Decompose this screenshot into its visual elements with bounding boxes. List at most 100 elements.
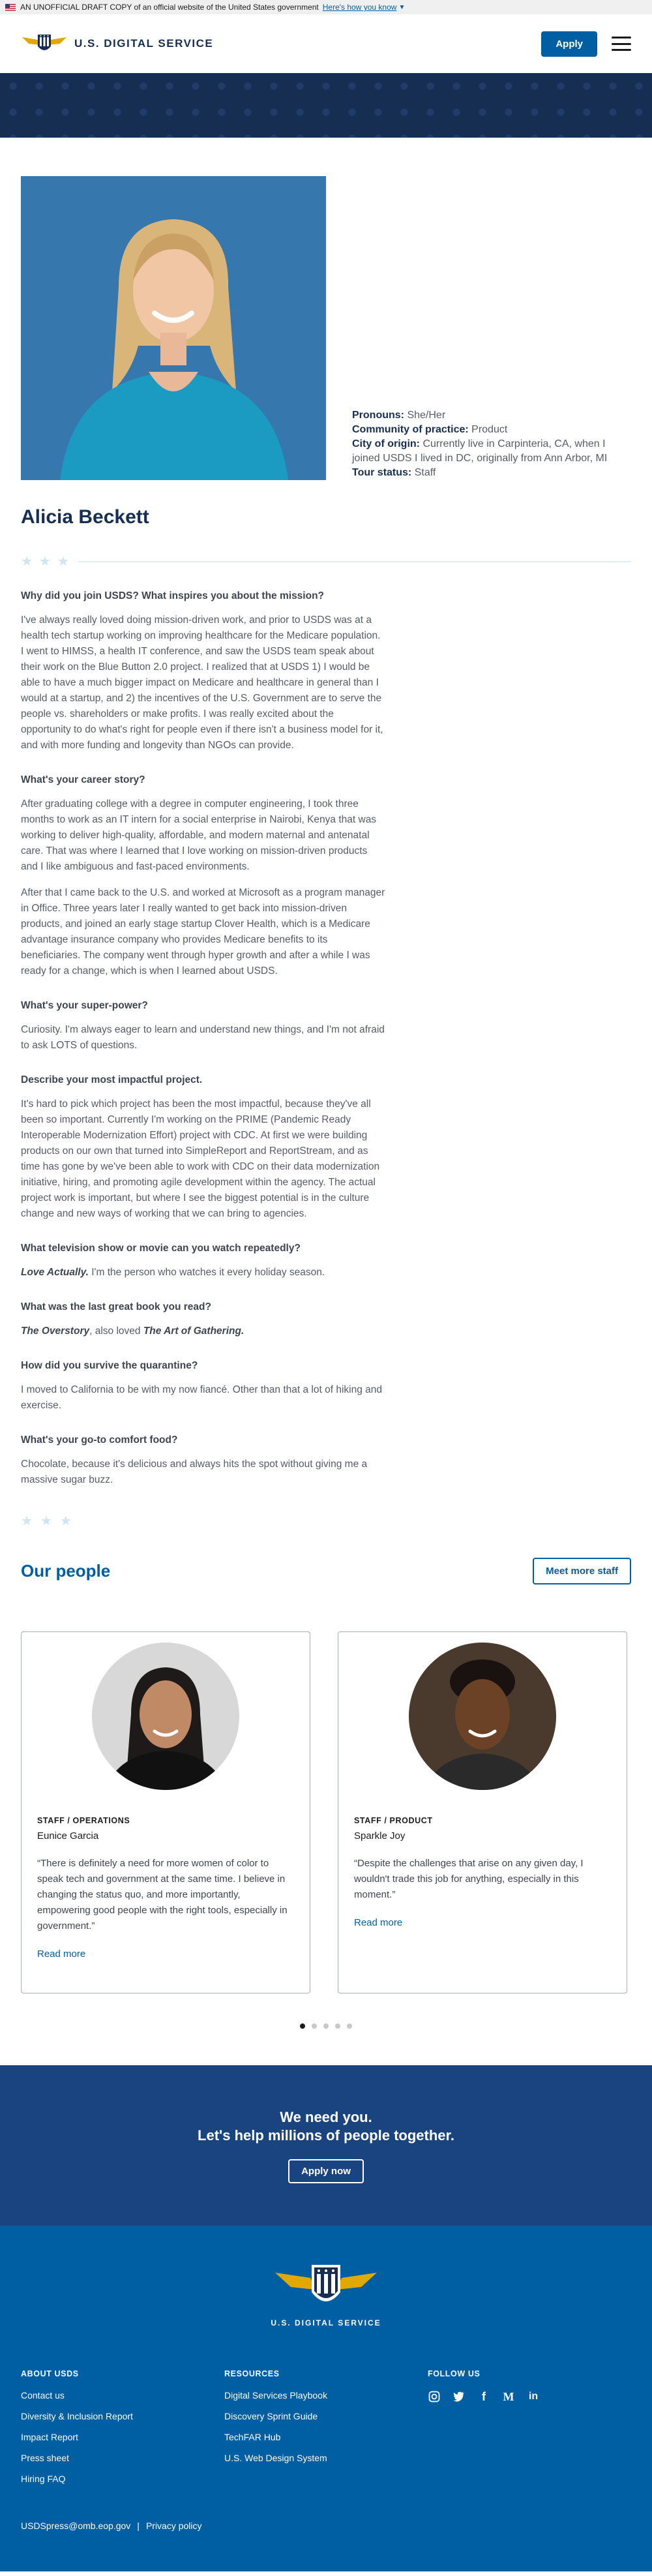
answer-title: Love Actually. (21, 1267, 89, 1278)
origin-label: City of origin: (352, 438, 420, 449)
footer-link-uswds[interactable]: U.S. Web Design System (224, 2453, 428, 2463)
answer: The Overstory, also loved The Art of Gat… (21, 1324, 386, 1339)
us-flag-icon (5, 3, 16, 11)
divider-stars: ★ ★ ★ (21, 553, 631, 569)
meet-more-staff-button[interactable]: Meet more staff (533, 1558, 631, 1584)
practice-value: Product (471, 424, 508, 435)
star-icon: ★ (38, 554, 51, 569)
person-quote: “Despite the challenges that arise on an… (354, 1858, 584, 1900)
footer-link-techfar[interactable]: TechFAR Hub (224, 2432, 428, 2442)
person-role: STAFF / PRODUCT (354, 1816, 433, 1825)
logo-text: U.S. DIGITAL SERVICE (74, 37, 214, 50)
carousel-dot[interactable] (347, 2023, 352, 2029)
question: What television show or movie can you wa… (21, 1243, 301, 1254)
hero-pattern-band (0, 73, 652, 138)
answer: I moved to California to be with my now … (21, 1384, 382, 1411)
footer-logo[interactable]: U.S. DIGITAL SERVICE (21, 2258, 631, 2327)
answer: Love Actually. I'm the person who watche… (21, 1265, 386, 1280)
end-stars: ★ ★ ★ (21, 1513, 631, 1529)
site-header: U.S. DIGITAL SERVICE Apply (0, 14, 652, 73)
read-more-link[interactable]: Read more (354, 1917, 402, 1928)
footer-link-playbook[interactable]: Digital Services Playbook (224, 2390, 428, 2401)
footer-separator: | (137, 2521, 140, 2531)
carousel-dot[interactable] (323, 2023, 329, 2029)
avatar (409, 1643, 556, 1790)
carousel-dot[interactable] (335, 2023, 340, 2029)
answer-text: I'm the person who watches it every holi… (88, 1267, 325, 1278)
tour-value: Staff (414, 467, 436, 478)
answer: It's hard to pick which project has been… (21, 1099, 380, 1219)
footer-resources-column: RESOURCES Digital Services Playbook Disc… (224, 2369, 428, 2494)
footer-link-sprint-guide[interactable]: Discovery Sprint Guide (224, 2411, 428, 2421)
footer-follow-column: FOLLOW US f M in (428, 2369, 631, 2494)
gov-banner-link[interactable]: Here's how you know (323, 3, 397, 12)
answer: Curiosity. I'm always eager to learn and… (21, 1024, 385, 1051)
linkedin-icon[interactable]: in (527, 2390, 540, 2403)
question: Why did you join USDS? What inspires you… (21, 590, 325, 601)
carousel-dot[interactable] (312, 2023, 317, 2029)
press-email-link[interactable]: USDSpress@omb.eop.gov (21, 2521, 130, 2531)
footer-link-impact[interactable]: Impact Report (21, 2432, 224, 2442)
footer-link-press[interactable]: Press sheet (21, 2453, 224, 2463)
person-card[interactable]: STAFF / PRODUCT Sparkle Joy “Despite the… (338, 1631, 627, 1993)
footer-link-faq[interactable]: Hiring FAQ (21, 2474, 224, 2484)
gov-banner-text: AN UNOFFICIAL DRAFT COPY of an official … (20, 3, 319, 12)
question: What was the last great book you read? (21, 1301, 211, 1312)
book-title: The Overstory (21, 1326, 90, 1337)
hamburger-menu-icon[interactable] (612, 37, 631, 51)
usds-logo[interactable]: U.S. DIGITAL SERVICE (21, 31, 213, 57)
person-quote: “There is definitely a need for more wom… (37, 1858, 288, 1932)
section-title: Our people (21, 1561, 111, 1581)
footer-logo-text: U.S. DIGITAL SERVICE (271, 2318, 381, 2327)
cta-line-1: We need you. (280, 2108, 372, 2125)
question: What's your go-to comfort food? (21, 1434, 178, 1446)
instagram-icon[interactable] (428, 2390, 441, 2403)
answer: Chocolate, because it's delicious and al… (21, 1459, 368, 1485)
tour-label: Tour status: (352, 467, 412, 478)
gov-banner: AN UNOFFICIAL DRAFT COPY of an official … (0, 0, 652, 14)
answer-text: , also loved (89, 1326, 143, 1337)
divider-rule (78, 560, 631, 562)
apply-now-button[interactable]: Apply now (288, 2159, 364, 2183)
carousel-dots (21, 2023, 631, 2029)
apply-button[interactable]: Apply (541, 31, 597, 57)
answer: After that I came back to the U.S. and w… (21, 887, 385, 977)
cta-line-2: Let's help millions of people together. (198, 2127, 454, 2144)
read-more-link[interactable]: Read more (37, 1948, 85, 1960)
answer: I've always really loved doing mission-d… (21, 614, 383, 751)
person-role: STAFF / OPERATIONS (37, 1816, 130, 1825)
avatar (92, 1643, 239, 1790)
person-card[interactable]: STAFF / OPERATIONS Eunice Garcia “There … (21, 1631, 310, 1993)
qa-list: Why did you join USDS? What inspires you… (21, 589, 386, 1488)
footer-link-diversity[interactable]: Diversity & Inclusion Report (21, 2411, 224, 2421)
star-icon: ★ (21, 554, 33, 569)
pronouns-label: Pronouns: (352, 410, 404, 421)
star-icon: ★ (40, 1514, 52, 1528)
carousel-dot[interactable] (300, 2023, 305, 2029)
eagle-shield-icon (22, 35, 67, 50)
footer-link-contact[interactable]: Contact us (21, 2390, 224, 2401)
question: What's your super-power? (21, 1000, 148, 1011)
pronouns-value: She/Her (407, 410, 446, 421)
star-icon: ★ (59, 1514, 72, 1528)
chevron-down-icon[interactable]: ▼ (398, 4, 405, 11)
question: What's your career story? (21, 774, 145, 785)
profile-meta: Pronouns: She/Her Community of practice:… (352, 408, 631, 480)
star-icon: ★ (21, 1514, 33, 1528)
footer-column-title: RESOURCES (224, 2369, 280, 2378)
person-name: Eunice Garcia (37, 1830, 99, 1841)
cta-banner: We need you. Let's help millions of peop… (0, 2065, 652, 2226)
our-people-section: Our people Meet more staff STAFF / OPERA… (0, 1529, 652, 2029)
privacy-policy-link[interactable]: Privacy policy (146, 2521, 202, 2531)
facebook-icon[interactable]: f (477, 2390, 490, 2403)
medium-icon[interactable]: M (502, 2390, 515, 2403)
footer-column-title: FOLLOW US (428, 2369, 481, 2378)
people-carousel: STAFF / OPERATIONS Eunice Garcia “There … (21, 1631, 631, 1993)
answer: After graduating college with a degree i… (21, 798, 377, 872)
profile-portrait (21, 176, 326, 480)
profile-section: Pronouns: She/Her Community of practice:… (0, 138, 652, 1529)
person-name: Sparkle Joy (354, 1830, 406, 1841)
practice-label: Community of practice: (352, 424, 469, 435)
book-title: The Art of Gathering. (143, 1326, 244, 1337)
twitter-icon[interactable] (452, 2390, 466, 2403)
